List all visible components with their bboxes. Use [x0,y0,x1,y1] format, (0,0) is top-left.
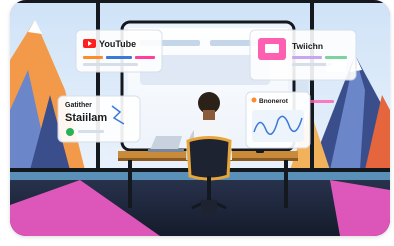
illustration-card: YouTube Twiichn Gatither Staiilam Bnoner… [10,0,390,236]
twitch-panel: Twiichn [249,29,357,81]
youtube-panel: YouTube [75,29,163,73]
mouse [256,150,264,153]
analytics-label: Bnonerot [259,98,289,105]
stream-title-1: Gatither [65,102,92,109]
streamer-scene: YouTube Twiichn Gatither Staiilam Bnoner… [10,0,390,236]
analytics-panel: Bnonerot [245,91,311,149]
stream-title-2: Staiilam [65,112,107,124]
twitch-label: Twiichn [292,41,323,51]
youtube-label: YouTube [99,39,136,49]
live-dot-icon [66,128,74,136]
stream-panel: Gatither Staiilam [57,95,141,143]
